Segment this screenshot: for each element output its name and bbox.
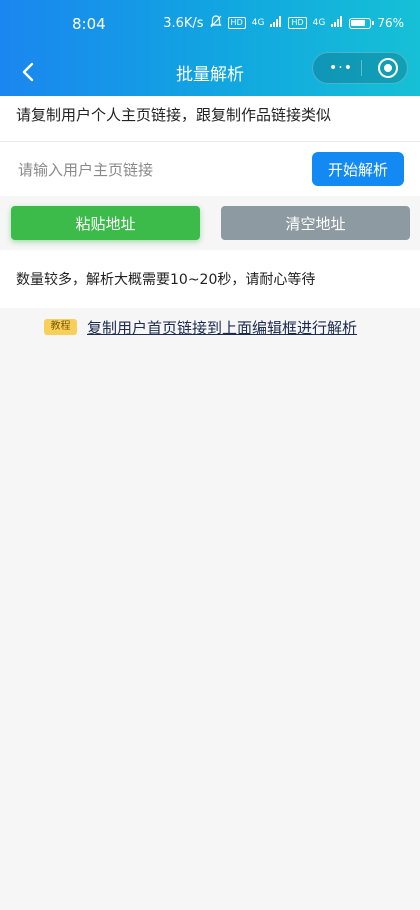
battery-icon bbox=[349, 17, 375, 29]
header: 8:04 3.6K/s HD 4G HD 4G 76% 批量解析 •·• bbox=[0, 0, 420, 96]
status-bar: 8:04 3.6K/s HD 4G HD 4G 76% bbox=[0, 0, 420, 48]
more-options-icon[interactable]: •·• bbox=[323, 53, 359, 83]
profile-url-input[interactable] bbox=[16, 154, 300, 186]
wait-notice: 数量较多，解析大概需要10~20秒，请耐心等待 bbox=[0, 250, 420, 308]
hd-badge-2: HD bbox=[288, 17, 307, 29]
clear-address-button[interactable]: 清空地址 bbox=[221, 206, 410, 240]
input-row: 开始解析 bbox=[0, 142, 420, 196]
tutorial-row: 教程 复制用户首页链接到上面编辑框进行解析 bbox=[0, 314, 420, 342]
signal-bars-icon-2 bbox=[331, 16, 343, 30]
tutorial-tag: 教程 bbox=[44, 319, 77, 335]
mini-program-capsule: •·• bbox=[312, 52, 408, 84]
status-icons: 3.6K/s HD 4G HD 4G 76% bbox=[163, 15, 404, 31]
hd-badge: HD bbox=[227, 17, 246, 29]
mute-bell-icon bbox=[209, 15, 222, 31]
signal-icon: 4G bbox=[251, 18, 265, 28]
battery-percent: 76% bbox=[377, 16, 404, 30]
close-mini-program-icon[interactable] bbox=[378, 58, 398, 78]
signal-icon-2: 4G bbox=[312, 18, 326, 28]
paste-address-button[interactable]: 粘贴地址 bbox=[11, 206, 200, 240]
signal-bars-icon bbox=[270, 16, 282, 30]
start-parse-button[interactable]: 开始解析 bbox=[312, 152, 404, 186]
net-speed: 3.6K/s bbox=[163, 15, 204, 31]
nav-bar: 批量解析 •·• bbox=[0, 48, 420, 96]
tutorial-link[interactable]: 复制用户首页链接到上面编辑框进行解析 bbox=[87, 317, 357, 338]
hint-text: 请复制用户个人主页链接，跟复制作品链接类似 bbox=[0, 96, 420, 142]
capsule-divider bbox=[361, 60, 362, 76]
action-buttons: 粘贴地址 清空地址 bbox=[0, 196, 420, 250]
clock: 8:04 bbox=[72, 15, 106, 33]
